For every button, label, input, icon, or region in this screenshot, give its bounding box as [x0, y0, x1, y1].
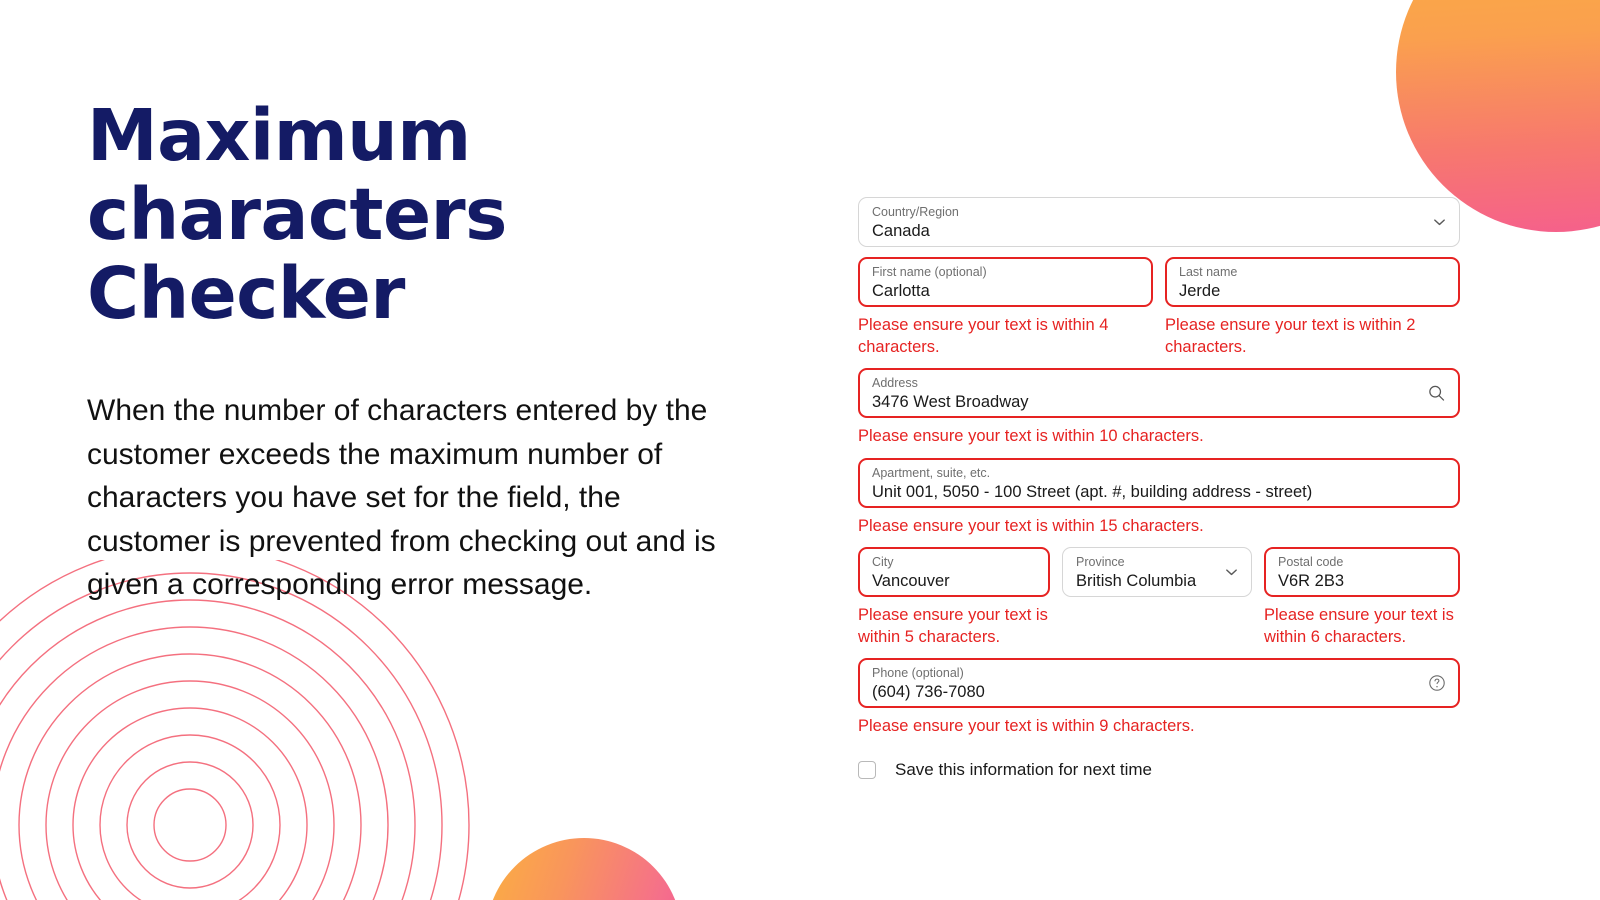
address-value: 3476 West Broadway [872, 393, 1029, 411]
city-error: Please ensure your text is within 5 char… [858, 606, 1048, 646]
apartment-error: Please ensure your text is within 15 cha… [858, 516, 1204, 535]
phone-input[interactable]: Phone (optional) (604) 736-7080 [858, 658, 1460, 708]
province-value: British Columbia [1076, 572, 1197, 590]
postal-code-error: Please ensure your text is within 6 char… [1264, 606, 1454, 646]
search-icon[interactable] [1427, 384, 1446, 403]
save-information-checkbox[interactable] [858, 760, 876, 779]
gradient-circle-bottom [486, 838, 682, 900]
apartment-input[interactable]: Apartment, suite, etc. Unit 001, 5050 - … [858, 457, 1460, 508]
hero-section: Maximum characters Checker When the numb… [87, 96, 807, 607]
country-region-value: Canada [872, 222, 930, 240]
first-name-value: Carlotta [872, 282, 930, 300]
country-region-select[interactable]: Country/Region Canada [858, 197, 1460, 247]
city-value: Vancouver [872, 572, 950, 590]
first-name-error: Please ensure your text is within 4 char… [858, 316, 1109, 356]
phone-value: (604) 736-7080 [872, 683, 985, 701]
province-select[interactable]: Province British Columbia [1062, 547, 1252, 597]
postal-code-value: V6R 2B3 [1278, 572, 1345, 590]
checkout-address-form: Country/Region Canada First name (option… [858, 197, 1460, 780]
name-row: First name (optional) Carlotta Last name… [858, 257, 1460, 307]
chevron-down-icon[interactable] [1224, 565, 1239, 580]
province-error [1062, 605, 1252, 648]
apartment-value: Unit 001, 5050 - 100 Street (apt. #, bui… [872, 482, 1313, 501]
country-region-label: Country/Region [872, 205, 959, 219]
last-name-value: Jerde [1179, 282, 1221, 300]
page-title: Maximum characters Checker [87, 94, 507, 335]
city-label: City [872, 555, 894, 569]
apartment-label: Apartment, suite, etc. [872, 465, 991, 480]
city-province-postal-row: City Vancouver Province British Columbia… [858, 547, 1460, 597]
last-name-input[interactable]: Last name Jerde [1165, 257, 1460, 307]
postal-code-label: Postal code [1278, 555, 1344, 569]
save-information-row[interactable]: Save this information for next time [858, 760, 1460, 780]
postal-code-input[interactable]: Postal code V6R 2B3 [1264, 547, 1460, 597]
last-name-error: Please ensure your text is within 2 char… [1165, 316, 1416, 356]
city-postal-error-row: Please ensure your text is within 5 char… [858, 597, 1460, 648]
help-circle-icon[interactable] [1428, 674, 1446, 692]
address-label: Address [872, 376, 918, 390]
first-name-label: First name (optional) [872, 265, 987, 279]
concentric-rings-decoration [0, 560, 470, 900]
save-information-label: Save this information for next time [895, 759, 1153, 779]
phone-label: Phone (optional) [872, 666, 964, 680]
address-error: Please ensure your text is within 10 cha… [858, 427, 1204, 445]
chevron-down-icon[interactable] [1432, 215, 1447, 230]
page-description: When the number of characters entered by… [87, 394, 716, 601]
city-input[interactable]: City Vancouver [858, 547, 1050, 597]
address-input[interactable]: Address 3476 West Broadway [858, 368, 1460, 418]
first-name-input[interactable]: First name (optional) Carlotta [858, 257, 1153, 307]
name-error-row: Please ensure your text is within 4 char… [858, 307, 1460, 358]
last-name-label: Last name [1179, 265, 1238, 279]
province-label: Province [1076, 555, 1125, 569]
phone-error: Please ensure your text is within 9 char… [858, 717, 1195, 735]
